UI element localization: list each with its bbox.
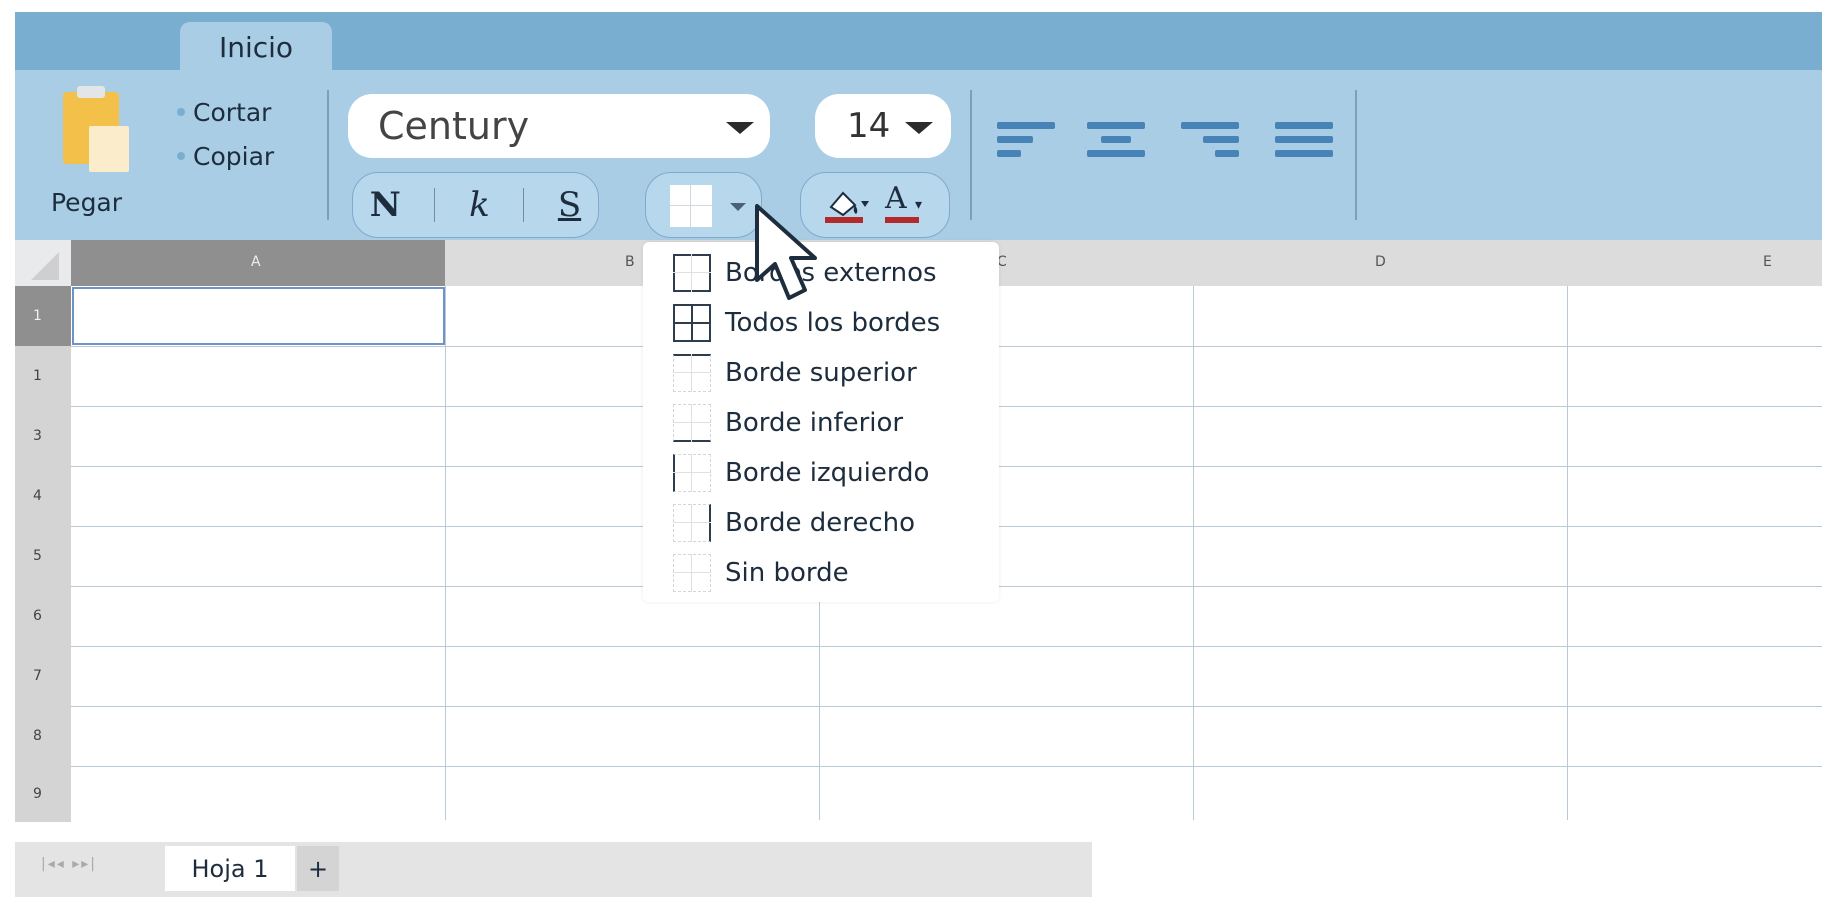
column-gridline [1567, 286, 1568, 820]
menu-item-right-border[interactable]: Borde derecho [673, 498, 915, 548]
left-border-icon [673, 454, 711, 492]
copy-button[interactable]: Copiar [177, 134, 274, 178]
align-left-icon [997, 136, 1033, 143]
borders-button[interactable] [645, 172, 762, 238]
font-name-value: Century [378, 104, 530, 148]
align-right-button[interactable] [1181, 122, 1239, 162]
menu-item-label: Borde inferior [725, 408, 904, 438]
bottom-border-icon [673, 404, 711, 442]
align-center-icon [1101, 136, 1131, 143]
bold-button[interactable]: N [370, 185, 401, 225]
borders-icon [670, 185, 712, 227]
italic-button[interactable]: k [469, 185, 490, 225]
all-borders-icon [673, 304, 711, 342]
menu-item-label: Borde izquierdo [725, 458, 930, 488]
align-center-icon [1087, 150, 1145, 157]
add-sheet-button[interactable]: + [297, 846, 339, 891]
mouse-pointer-icon [755, 204, 817, 300]
horizontal-scroll-area[interactable] [1092, 842, 1822, 897]
menu-item-bottom-border[interactable]: Borde inferior [673, 398, 903, 448]
row-header[interactable]: 8 [15, 706, 71, 766]
outer-border-icon [673, 254, 711, 292]
divider [434, 188, 436, 222]
row-header[interactable]: 4 [15, 466, 71, 526]
row-header[interactable]: 5 [15, 526, 71, 586]
menu-item-top-border[interactable]: Borde superior [673, 348, 917, 398]
selected-cell-a1[interactable] [72, 287, 445, 345]
cut-label: Cortar [193, 97, 272, 127]
bullet-icon [177, 108, 185, 116]
menu-item-label: Todos los bordes [725, 308, 941, 338]
row-header[interactable]: 7 [15, 646, 71, 706]
menu-item-label: Sin borde [725, 558, 849, 588]
font-color-swatch [885, 217, 919, 223]
clipboard-commands: Cortar Copiar [177, 90, 274, 178]
select-all-icon [31, 252, 59, 280]
column-header-d[interactable]: D [1193, 240, 1567, 286]
menu-item-no-border[interactable]: Sin borde [673, 548, 849, 598]
font-color-button[interactable]: A ▾ [885, 181, 935, 229]
sheet-tab-hoja-1[interactable]: Hoja 1 [165, 846, 295, 891]
justify-icon [1275, 122, 1333, 129]
ribbon-separator [970, 90, 972, 220]
column-gridline [445, 286, 446, 820]
column-gridline [1193, 286, 1194, 820]
row-header[interactable]: 1 [15, 346, 71, 406]
chevron-down-icon [905, 122, 933, 134]
right-border-icon [673, 504, 711, 542]
sheet-nav-arrows-icon[interactable]: |◂◂ ▸▸| [41, 856, 97, 872]
align-left-button[interactable] [997, 122, 1055, 162]
text-format-group: N k S [352, 172, 599, 238]
clipboard-clip [77, 86, 105, 98]
ribbon: Pegar Cortar Copiar Century 14 N k S A ▾ [15, 70, 1822, 240]
tab-inicio[interactable]: Inicio [180, 22, 332, 72]
align-center-button[interactable] [1087, 122, 1145, 162]
menu-item-label: Borde superior [725, 358, 917, 388]
divider [523, 188, 525, 222]
font-color-glyph: A [885, 181, 907, 216]
cut-button[interactable]: Cortar [177, 90, 274, 134]
ribbon-separator [327, 90, 329, 220]
underline-button[interactable]: S [558, 185, 581, 225]
tab-strip: Inicio [15, 12, 1822, 72]
no-border-icon [673, 554, 711, 592]
row-gridline [71, 766, 1822, 767]
font-name-dropdown[interactable]: Century [348, 94, 770, 158]
align-right-icon [1203, 136, 1239, 143]
align-right-icon [1215, 150, 1239, 157]
row-header[interactable]: 1 [15, 286, 71, 346]
clipboard-sheet [89, 126, 129, 172]
chevron-down-icon [730, 203, 746, 211]
row-gridline [71, 706, 1822, 707]
align-left-icon [997, 122, 1055, 129]
align-left-icon [997, 150, 1021, 157]
column-header-e[interactable]: E [1567, 240, 1822, 286]
chevron-down-icon [726, 122, 754, 134]
justify-button[interactable] [1275, 122, 1333, 162]
row-gridline [71, 646, 1822, 647]
paste-button[interactable]: Pegar [43, 82, 143, 222]
justify-icon [1275, 136, 1333, 143]
spreadsheet-app: Inicio Pegar Cortar Copiar Century 14 N … [15, 12, 1822, 897]
paste-label: Pegar [51, 188, 123, 217]
justify-icon [1275, 150, 1333, 157]
ribbon-separator [1355, 90, 1357, 220]
chevron-down-icon: ▾ [915, 197, 923, 213]
row-header[interactable]: 6 [15, 586, 71, 646]
column-header-a[interactable]: A [71, 240, 445, 286]
copy-label: Copiar [193, 141, 275, 171]
top-border-icon [673, 354, 711, 392]
align-center-icon [1087, 122, 1145, 129]
menu-item-label: Borde derecho [725, 508, 916, 538]
align-right-icon [1181, 122, 1239, 129]
bullet-icon [177, 152, 185, 160]
sheet-tab-bar: |◂◂ ▸▸| Hoja 1 + [15, 842, 1822, 897]
font-size-value: 14 [847, 106, 891, 146]
select-all-corner[interactable] [15, 240, 71, 286]
row-header[interactable]: 9 [15, 766, 71, 822]
font-size-dropdown[interactable]: 14 [815, 94, 951, 158]
row-header[interactable]: 3 [15, 406, 71, 466]
menu-item-left-border[interactable]: Borde izquierdo [673, 448, 929, 498]
